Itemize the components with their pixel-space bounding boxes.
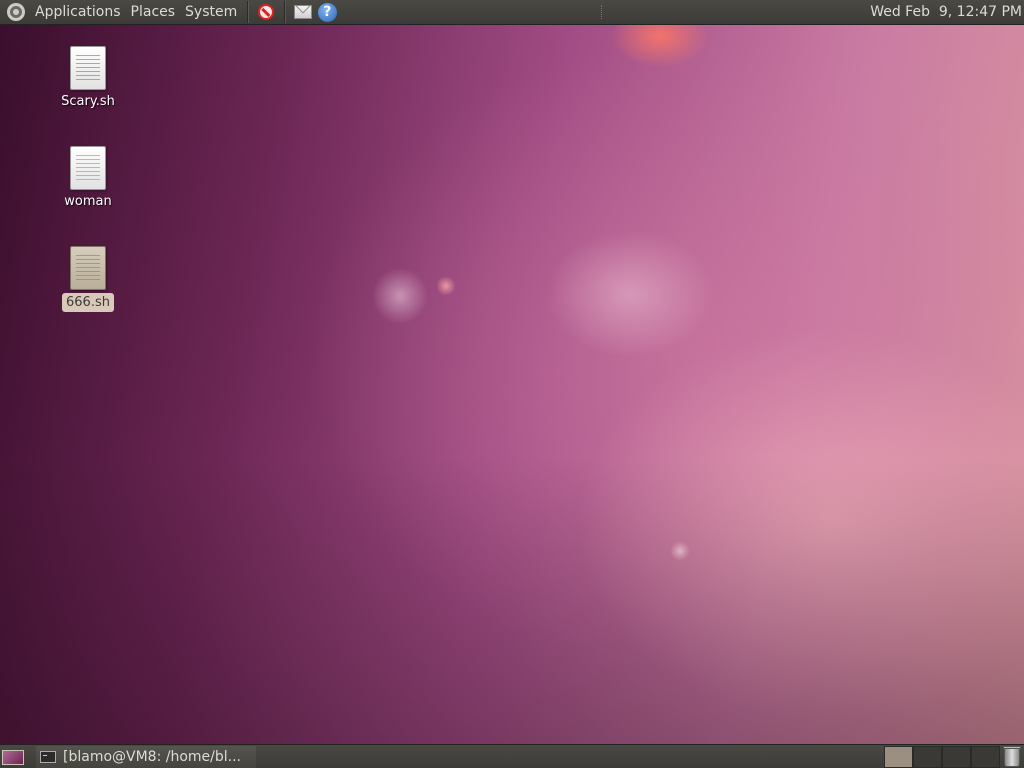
workspace-1[interactable] (884, 746, 913, 768)
workspace-2[interactable] (913, 746, 942, 768)
desktop-background[interactable] (0, 24, 1024, 744)
show-desktop-button[interactable] (2, 749, 24, 765)
script-file-icon (70, 46, 106, 90)
desktop-icon-666-sh[interactable]: 666.sh (52, 246, 124, 312)
taskbar-window-title: [blamo@VM8: /home/bl... (63, 749, 242, 765)
no-entry-icon (258, 4, 275, 20)
menu-system[interactable]: System (180, 1, 242, 23)
workspace-3[interactable] (942, 746, 971, 768)
bottom-panel: [blamo@VM8: /home/bl... (0, 744, 1024, 768)
desktop-icon-label: woman (64, 194, 112, 209)
clock[interactable]: Wed Feb 9, 12:47 PM (870, 1, 1024, 23)
desktop-icon-label: 666.sh (62, 293, 114, 312)
panel-separator (284, 1, 287, 23)
workspace-4[interactable] (971, 746, 1000, 768)
mail-launcher[interactable] (292, 1, 314, 23)
menu-places[interactable]: Places (126, 1, 181, 23)
panel-separator (247, 1, 250, 23)
panel-grip (600, 5, 606, 19)
mail-icon (294, 5, 313, 19)
desktop-icon-label: Scary.sh (61, 94, 115, 109)
ubuntu-logo-icon[interactable] (7, 3, 25, 21)
help-icon: ? (317, 2, 337, 22)
taskbar-window-button[interactable]: [blamo@VM8: /home/bl... (36, 746, 256, 768)
text-file-icon (70, 146, 106, 190)
no-entry-launcher[interactable] (255, 1, 277, 23)
help-launcher[interactable]: ? (316, 1, 338, 23)
terminal-icon (40, 751, 56, 763)
script-file-icon (70, 246, 106, 290)
desktop-icon-scary-sh[interactable]: Scary.sh (52, 46, 124, 110)
menu-applications[interactable]: Applications (30, 1, 126, 23)
top-panel: Applications Places System ? Wed Feb 9, … (0, 0, 1024, 25)
desktop-icon-woman[interactable]: woman (52, 146, 124, 210)
trash-icon[interactable] (1003, 745, 1021, 767)
workspace-switcher (884, 746, 1000, 768)
